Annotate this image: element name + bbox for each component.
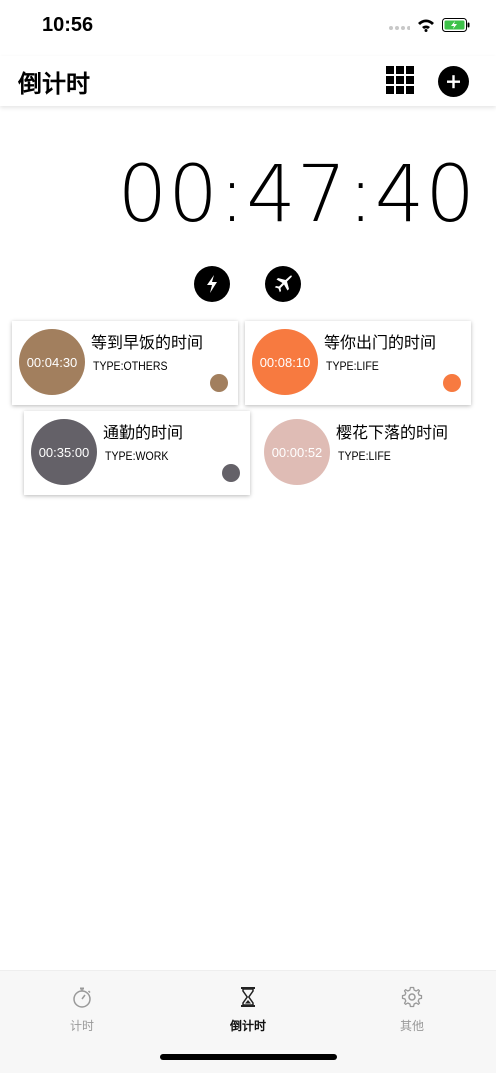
- main-timer: 00:47:40: [117, 150, 476, 240]
- wifi-icon: [417, 17, 435, 36]
- grid-icon: [386, 66, 414, 94]
- stopwatch-icon: [73, 987, 91, 1008]
- battery-icon: [442, 17, 470, 36]
- gear-icon: [401, 986, 423, 1008]
- tab-other[interactable]: 其他: [372, 985, 452, 1034]
- tab-timer[interactable]: 计时: [42, 985, 122, 1034]
- card-timer-circle: 00:04:30: [19, 329, 85, 395]
- card-type: TYPE:LIFE: [338, 449, 391, 463]
- countdown-card-sakura[interactable]: 00:00:52 樱花下落的时间 TYPE:LIFE: [257, 411, 483, 495]
- quick-start-button[interactable]: [194, 266, 230, 302]
- signal-icon: [388, 17, 411, 36]
- add-button[interactable]: [438, 66, 469, 97]
- page-title: 倒计时: [18, 70, 90, 98]
- tab-countdown[interactable]: 倒计时: [208, 985, 288, 1034]
- card-timer-circle: 00:35:00: [31, 419, 97, 485]
- card-type: TYPE:LIFE: [326, 359, 379, 373]
- plus-icon: [447, 75, 460, 89]
- card-type: TYPE:OTHERS: [93, 359, 168, 373]
- card-title: 通勤的时间: [103, 423, 184, 442]
- type-color-dot: [443, 374, 461, 392]
- airplane-mode-button[interactable]: [265, 266, 301, 302]
- card-type: TYPE:WORK: [105, 449, 169, 463]
- tab-label: 倒计时: [229, 1019, 266, 1033]
- card-timer-circle: 00:00:52: [264, 419, 330, 485]
- countdown-card-go-out[interactable]: 00:08:10 等你出门的时间 TYPE:LIFE: [245, 321, 471, 405]
- countdown-card-commute[interactable]: 00:35:00 通勤的时间 TYPE:WORK: [24, 411, 250, 495]
- type-color-dot: [210, 374, 228, 392]
- card-title: 等到早饭的时间: [91, 333, 204, 352]
- airplane-icon: [274, 275, 292, 293]
- status-time: 10:56: [42, 14, 94, 36]
- grid-view-button[interactable]: [386, 66, 414, 94]
- hourglass-icon: [241, 987, 255, 1007]
- card-timer-circle: 00:08:10: [252, 329, 318, 395]
- card-title: 樱花下落的时间: [336, 423, 449, 442]
- card-title: 等你出门的时间: [324, 333, 437, 352]
- countdown-card-breakfast[interactable]: 00:04:30 等到早饭的时间 TYPE:OTHERS: [12, 321, 238, 405]
- home-indicator[interactable]: [160, 1054, 337, 1060]
- status-icons: [388, 17, 470, 36]
- tab-label: 计时: [69, 1019, 94, 1033]
- lightning-icon: [207, 275, 217, 293]
- type-color-dot: [222, 464, 240, 482]
- tab-label: 其他: [399, 1019, 424, 1033]
- nav-bar: 倒计时: [0, 56, 496, 106]
